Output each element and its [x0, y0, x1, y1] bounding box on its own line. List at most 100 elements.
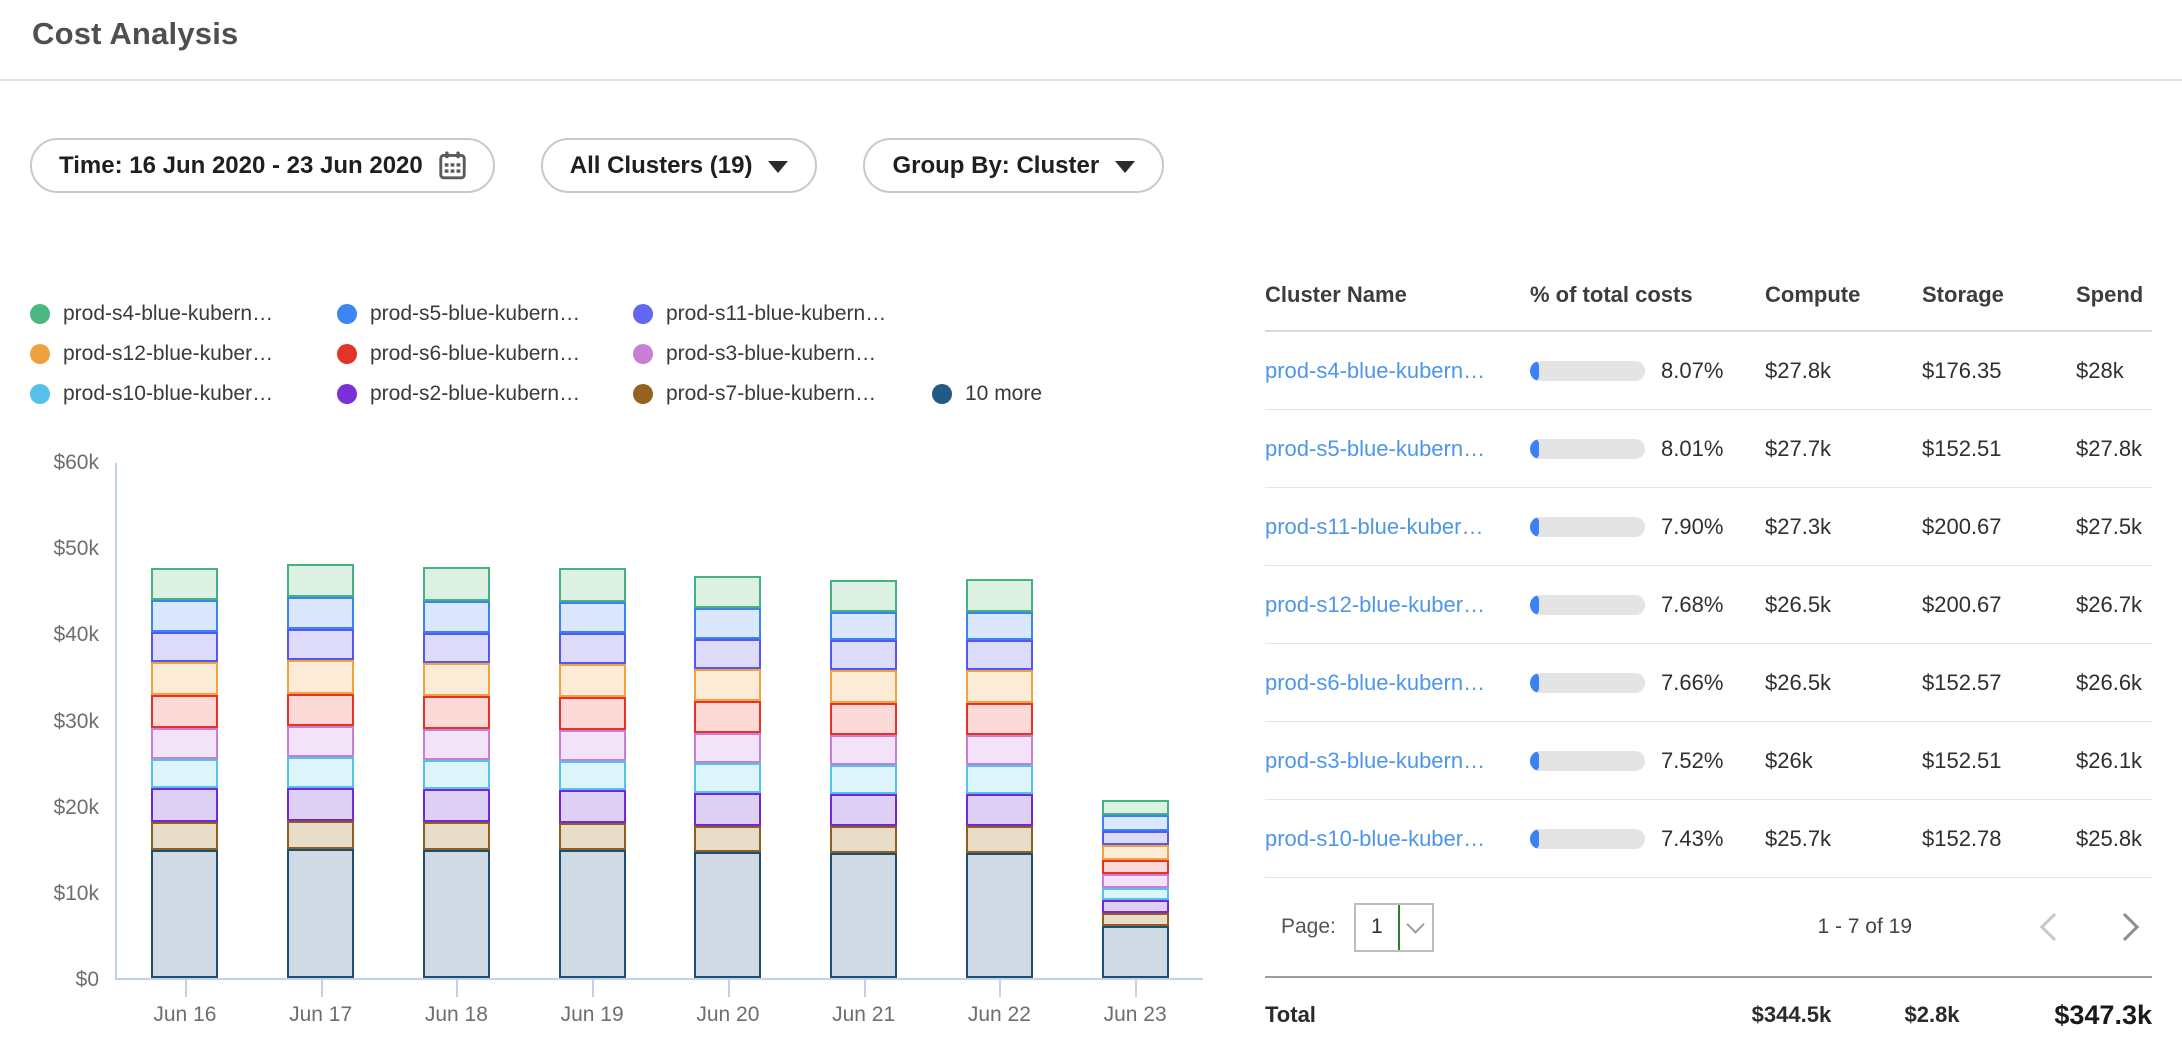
bar-segment[interactable] — [287, 564, 354, 598]
bar-segment[interactable] — [694, 733, 761, 763]
bar-segment[interactable] — [559, 633, 626, 663]
stacked-bar[interactable] — [1102, 800, 1169, 978]
bar-segment[interactable] — [151, 695, 218, 728]
bar-segment[interactable] — [1102, 845, 1169, 860]
bar-segment[interactable] — [1102, 815, 1169, 831]
bar-segment[interactable] — [694, 793, 761, 826]
stacked-bar[interactable] — [287, 564, 354, 978]
bar-segment[interactable] — [151, 728, 218, 759]
bar-segment[interactable] — [694, 608, 761, 639]
cluster-name-link[interactable]: prod-s12-blue-kuber… — [1265, 592, 1485, 617]
cluster-name-link[interactable]: prod-s3-blue-kubern… — [1265, 748, 1485, 773]
bar-segment[interactable] — [966, 579, 1033, 612]
bar-segment[interactable] — [830, 826, 897, 853]
bar-segment[interactable] — [1102, 874, 1169, 888]
bar-segment[interactable] — [287, 788, 354, 822]
bar-segment[interactable] — [830, 670, 897, 703]
bar-segment[interactable] — [966, 640, 1033, 670]
stacked-bar[interactable] — [151, 568, 218, 978]
prev-page-button[interactable] — [2027, 904, 2073, 950]
bar-segment[interactable] — [287, 629, 354, 660]
legend-item[interactable]: 10 more — [932, 374, 1042, 414]
bar-segment[interactable] — [287, 597, 354, 629]
bar-segment[interactable] — [423, 789, 490, 822]
cluster-name-link[interactable]: prod-s6-blue-kubern… — [1265, 670, 1485, 695]
bar-segment[interactable] — [559, 664, 626, 698]
bar-segment[interactable] — [694, 639, 761, 669]
bar-segment[interactable] — [559, 790, 626, 823]
bar-segment[interactable] — [423, 850, 490, 978]
bar-segment[interactable] — [1102, 913, 1169, 927]
bar-segment[interactable] — [423, 822, 490, 850]
bar-segment[interactable] — [287, 821, 354, 849]
bar-segment[interactable] — [559, 697, 626, 730]
bar-segment[interactable] — [151, 632, 218, 662]
bar-segment[interactable] — [966, 612, 1033, 640]
cluster-name-link[interactable]: prod-s4-blue-kubern… — [1265, 358, 1485, 383]
bar-segment[interactable] — [1102, 800, 1169, 816]
bar-segment[interactable] — [151, 759, 218, 788]
bar-segment[interactable] — [151, 568, 218, 600]
bar-segment[interactable] — [830, 703, 897, 735]
cluster-name-link[interactable]: prod-s10-blue-kuber… — [1265, 826, 1485, 851]
bar-segment[interactable] — [1102, 888, 1169, 901]
bar-segment[interactable] — [559, 568, 626, 602]
bar-segment[interactable] — [830, 735, 897, 765]
stacked-bar[interactable] — [423, 567, 490, 978]
legend-item[interactable]: prod-s4-blue-kubern… — [30, 294, 337, 334]
bar-segment[interactable] — [423, 633, 490, 663]
bar-segment[interactable] — [694, 826, 761, 853]
bar-segment[interactable] — [423, 601, 490, 633]
bar-segment[interactable] — [694, 763, 761, 792]
bar-segment[interactable] — [830, 580, 897, 612]
bar-segment[interactable] — [151, 788, 218, 822]
bar-segment[interactable] — [287, 849, 354, 978]
group-by-filter[interactable]: Group By: Cluster — [863, 138, 1164, 193]
bar-segment[interactable] — [966, 703, 1033, 735]
bar-segment[interactable] — [966, 853, 1033, 978]
bar-segment[interactable] — [287, 660, 354, 694]
clusters-filter[interactable]: All Clusters (19) — [541, 138, 818, 193]
bar-segment[interactable] — [694, 852, 761, 978]
bar-segment[interactable] — [559, 730, 626, 761]
bar-segment[interactable] — [151, 850, 218, 978]
bar-segment[interactable] — [423, 663, 490, 697]
bar-segment[interactable] — [1102, 900, 1169, 912]
legend-item[interactable]: prod-s12-blue-kuber… — [30, 334, 337, 374]
next-page-button[interactable] — [2106, 904, 2152, 950]
bar-segment[interactable] — [559, 602, 626, 634]
bar-segment[interactable] — [151, 822, 218, 850]
time-range-filter[interactable]: Time: 16 Jun 2020 - 23 Jun 2020 — [30, 138, 495, 193]
bar-segment[interactable] — [966, 670, 1033, 703]
bar-segment[interactable] — [423, 760, 490, 789]
bar-segment[interactable] — [151, 662, 218, 696]
bar-segment[interactable] — [287, 757, 354, 787]
legend-item[interactable]: prod-s7-blue-kubern… — [633, 374, 932, 414]
bar-segment[interactable] — [966, 735, 1033, 765]
legend-item[interactable]: prod-s5-blue-kubern… — [337, 294, 633, 334]
stacked-bar[interactable] — [694, 576, 761, 978]
bar-segment[interactable] — [830, 612, 897, 640]
bar-segment[interactable] — [423, 696, 490, 729]
bar-segment[interactable] — [830, 794, 897, 826]
bar-segment[interactable] — [830, 853, 897, 978]
page-select[interactable]: 1 — [1354, 903, 1434, 952]
bar-segment[interactable] — [151, 600, 218, 632]
cluster-name-link[interactable]: prod-s5-blue-kubern… — [1265, 436, 1485, 461]
legend-item[interactable]: prod-s6-blue-kubern… — [337, 334, 633, 374]
cluster-name-link[interactable]: prod-s11-blue-kuber… — [1265, 514, 1483, 539]
stacked-bar[interactable] — [830, 580, 897, 978]
bar-segment[interactable] — [423, 729, 490, 760]
bar-segment[interactable] — [694, 669, 761, 702]
bar-segment[interactable] — [559, 761, 626, 790]
bar-segment[interactable] — [966, 765, 1033, 794]
bar-segment[interactable] — [966, 794, 1033, 826]
bar-segment[interactable] — [287, 694, 354, 727]
bar-segment[interactable] — [423, 567, 490, 601]
bar-segment[interactable] — [830, 640, 897, 670]
legend-item[interactable]: prod-s10-blue-kuber… — [30, 374, 337, 414]
bar-segment[interactable] — [966, 826, 1033, 853]
bar-segment[interactable] — [830, 765, 897, 794]
bar-segment[interactable] — [287, 726, 354, 757]
bar-segment[interactable] — [559, 823, 626, 851]
